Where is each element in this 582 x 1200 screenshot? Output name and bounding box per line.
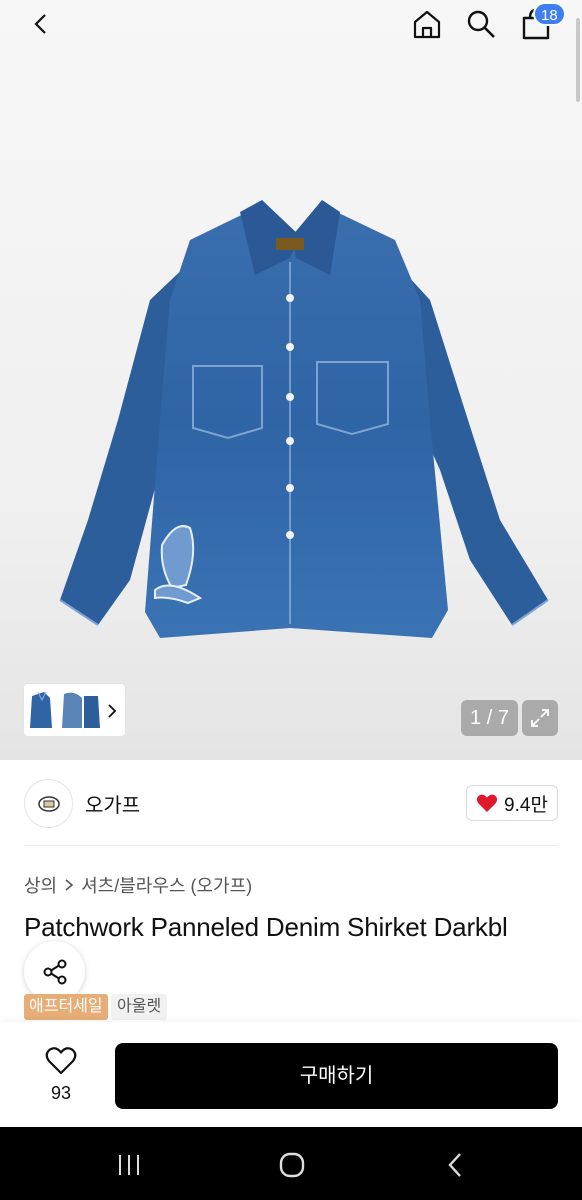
store-logo-mark <box>37 795 60 812</box>
top-navigation-bar: 18 <box>0 0 582 50</box>
system-back-icon[interactable] <box>431 1147 481 1183</box>
thumbnail-image <box>30 691 100 728</box>
breadcrumb-subcategory[interactable]: 셔츠/블라우스 (오가프) <box>81 872 252 898</box>
home-button-icon[interactable] <box>267 1147 317 1183</box>
section-divider <box>24 845 558 846</box>
tag-outlet: 아울렛 <box>111 994 168 1020</box>
product-title: Patchwork Panneled Denim Shirket Darkbl <box>24 912 508 942</box>
chevron-left-icon[interactable] <box>22 4 62 44</box>
expand-icon[interactable] <box>522 700 558 736</box>
image-counter: 1 / 7 <box>461 700 518 736</box>
share-icon <box>43 959 66 984</box>
recent-apps-icon[interactable] <box>104 1147 154 1183</box>
cart-count-badge: 18 <box>533 2 566 26</box>
home-icon[interactable] <box>407 4 447 44</box>
store-logo[interactable] <box>24 779 73 828</box>
product-image[interactable] <box>0 0 582 760</box>
buy-button[interactable]: 구매하기 <box>115 1043 558 1109</box>
denim-shirt-photo <box>59 200 549 638</box>
share-button[interactable] <box>24 941 85 1002</box>
chevron-right-icon[interactable] <box>104 701 120 726</box>
search-icon[interactable] <box>461 4 501 44</box>
store-name[interactable]: 오가프 <box>85 789 140 818</box>
chevron-right-icon <box>65 879 74 891</box>
tag-after-sale: 애프터세일 <box>24 994 108 1020</box>
store-like-count: 9.4만 <box>504 794 548 816</box>
breadcrumb: 상의 셔츠/블라우스 (오가프) <box>24 872 252 898</box>
wishlist-count: 93 <box>50 1083 72 1103</box>
heart-outline-icon <box>45 1047 77 1075</box>
heart-filled-icon <box>476 794 498 812</box>
wishlist-button[interactable]: 93 <box>38 1046 84 1104</box>
breadcrumb-category[interactable]: 상의 <box>24 872 57 898</box>
store-like-button[interactable]: 9.4만 <box>466 785 558 821</box>
